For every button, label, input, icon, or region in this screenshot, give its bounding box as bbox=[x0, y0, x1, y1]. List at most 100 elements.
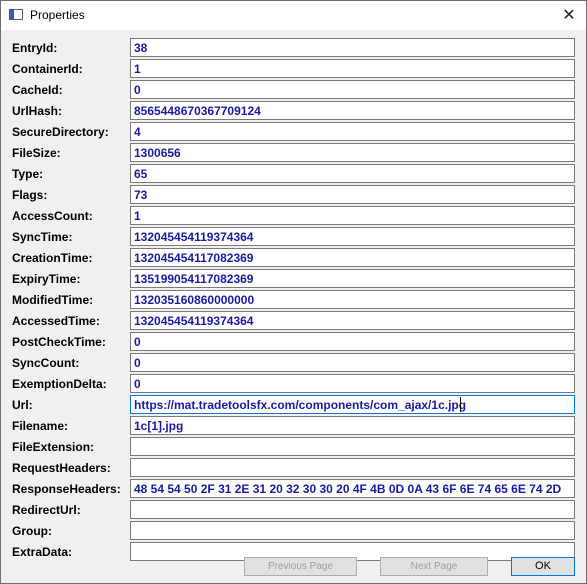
property-value: 73 bbox=[134, 188, 148, 202]
property-label: RequestHeaders: bbox=[12, 461, 111, 475]
property-value: 132045454117082369 bbox=[134, 251, 254, 265]
filename-field[interactable]: 1c[1].jpg bbox=[130, 416, 575, 435]
property-row-access-count: AccessCount: 1 bbox=[1, 206, 586, 227]
exemption-delta-field[interactable]: 0 bbox=[130, 374, 575, 393]
window-icon bbox=[9, 9, 23, 20]
file-extension-field[interactable] bbox=[130, 437, 575, 456]
property-row-redirect-url: RedirectUrl: bbox=[1, 500, 586, 521]
url-hash-field[interactable]: 8565448670367709124 bbox=[130, 101, 575, 120]
property-label: UrlHash: bbox=[12, 104, 63, 118]
property-label: FileSize: bbox=[12, 146, 61, 160]
property-label: Group: bbox=[12, 524, 52, 538]
property-value: 48 54 54 50 2F 31 2E 31 20 32 30 30 20 4… bbox=[134, 482, 562, 496]
property-row-response-headers: ResponseHeaders: 48 54 54 50 2F 31 2E 31 … bbox=[1, 479, 586, 500]
property-row-flags: Flags: 73 bbox=[1, 185, 586, 206]
property-label: SecureDirectory: bbox=[12, 125, 109, 139]
property-value: 4 bbox=[134, 125, 141, 139]
property-label: SyncCount: bbox=[12, 356, 80, 370]
property-label: ExtraData: bbox=[12, 545, 73, 559]
property-row-creation-time: CreationTime: 132045454117082369 bbox=[1, 248, 586, 269]
property-value: 1300656 bbox=[134, 146, 181, 160]
cache-id-field[interactable]: 0 bbox=[130, 80, 575, 99]
property-label: Filename: bbox=[12, 419, 69, 433]
property-label: RedirectUrl: bbox=[12, 503, 81, 517]
property-row-modified-time: ModifiedTime: 132035160860000000 bbox=[1, 290, 586, 311]
property-row-exemption-delta: ExemptionDelta: 0 bbox=[1, 374, 586, 395]
property-label: PostCheckTime: bbox=[12, 335, 106, 349]
property-label: Type: bbox=[12, 167, 44, 181]
property-label: SyncTime: bbox=[12, 230, 73, 244]
title-bar[interactable]: Properties ✕ bbox=[1, 1, 586, 30]
container-id-field[interactable]: 1 bbox=[130, 59, 575, 78]
property-row-url: Url: https://mat.tradetoolsfx.com/compone… bbox=[1, 395, 586, 416]
ok-button[interactable]: OK bbox=[511, 557, 575, 576]
property-label: Flags: bbox=[12, 188, 48, 202]
property-value: 135199054117082369 bbox=[134, 272, 254, 286]
property-value: 0 bbox=[134, 377, 141, 391]
property-row-filename: Filename: 1c[1].jpg bbox=[1, 416, 586, 437]
expiry-time-field[interactable]: 135199054117082369 bbox=[130, 269, 575, 288]
secure-directory-field[interactable]: 4 bbox=[130, 122, 575, 141]
sync-time-field[interactable]: 132045454119374364 bbox=[130, 227, 575, 246]
property-row-request-headers: RequestHeaders: bbox=[1, 458, 586, 479]
property-row-entry-id: EntryId: 38 bbox=[1, 38, 586, 59]
property-row-container-id: ContainerId: 1 bbox=[1, 59, 586, 80]
property-label: ResponseHeaders: bbox=[12, 482, 121, 496]
property-value: 8565448670367709124 bbox=[134, 104, 261, 118]
text-caret bbox=[460, 397, 461, 412]
next-page-button[interactable]: Next Page bbox=[380, 557, 488, 576]
accessed-time-field[interactable]: 132045454119374364 bbox=[130, 311, 575, 330]
request-headers-field[interactable] bbox=[130, 458, 575, 477]
property-value: 0 bbox=[134, 335, 141, 349]
property-row-url-hash: UrlHash: 8565448670367709124 bbox=[1, 101, 586, 122]
properties-window: Properties ✕ EntryId: 38 ContainerId: 1 Cach… bbox=[0, 0, 587, 584]
property-value: 132045454119374364 bbox=[134, 230, 254, 244]
property-value: 132045454119374364 bbox=[134, 314, 254, 328]
property-value: 65 bbox=[134, 167, 148, 181]
redirect-url-field[interactable] bbox=[130, 500, 575, 519]
creation-time-field[interactable]: 132045454117082369 bbox=[130, 248, 575, 267]
property-row-sync-time: SyncTime: 132045454119374364 bbox=[1, 227, 586, 248]
property-value: 1c[1].jpg bbox=[134, 419, 184, 433]
entry-id-field[interactable]: 38 bbox=[130, 38, 575, 57]
file-size-field[interactable]: 1300656 bbox=[130, 143, 575, 162]
type-field[interactable]: 65 bbox=[130, 164, 575, 183]
property-row-cache-id: CacheId: 0 bbox=[1, 80, 586, 101]
access-count-field[interactable]: 1 bbox=[130, 206, 575, 225]
previous-page-button[interactable]: Previous Page bbox=[244, 557, 357, 576]
property-row-file-extension: FileExtension: bbox=[1, 437, 586, 458]
properties-form: EntryId: 38 ContainerId: 1 CacheId: 0 UrlHash:… bbox=[1, 30, 586, 583]
post-check-time-field[interactable]: 0 bbox=[130, 332, 575, 351]
property-row-type: Type: 65 bbox=[1, 164, 586, 185]
property-label: EntryId: bbox=[12, 41, 58, 55]
property-value: 38 bbox=[134, 41, 148, 55]
window-title: Properties bbox=[30, 8, 85, 22]
sync-count-field[interactable]: 0 bbox=[130, 353, 575, 372]
property-value: 0 bbox=[134, 356, 141, 370]
property-row-sync-count: SyncCount: 0 bbox=[1, 353, 586, 374]
property-row-post-check-time: PostCheckTime: 0 bbox=[1, 332, 586, 353]
property-row-accessed-time: AccessedTime: 132045454119374364 bbox=[1, 311, 586, 332]
flags-field[interactable]: 73 bbox=[130, 185, 575, 204]
property-label: ExpiryTime: bbox=[12, 272, 81, 286]
property-value: 0 bbox=[134, 83, 141, 97]
property-label: ContainerId: bbox=[12, 62, 83, 76]
property-label: ModifiedTime: bbox=[12, 293, 94, 307]
property-row-group: Group: bbox=[1, 521, 586, 542]
property-row-expiry-time: ExpiryTime: 135199054117082369 bbox=[1, 269, 586, 290]
property-value: 132035160860000000 bbox=[134, 293, 255, 307]
property-label: CacheId: bbox=[12, 83, 63, 97]
url-field[interactable]: https://mat.tradetoolsfx.com/components/… bbox=[130, 395, 575, 414]
property-row-file-size: FileSize: 1300656 bbox=[1, 143, 586, 164]
property-label: Url: bbox=[12, 398, 33, 412]
property-label: AccessedTime: bbox=[12, 314, 100, 328]
property-label: AccessCount: bbox=[12, 209, 93, 223]
property-row-secure-directory: SecureDirectory: 4 bbox=[1, 122, 586, 143]
property-value: 1 bbox=[134, 62, 141, 76]
close-button[interactable]: ✕ bbox=[552, 1, 586, 30]
property-value: 1 bbox=[134, 209, 141, 223]
modified-time-field[interactable]: 132035160860000000 bbox=[130, 290, 575, 309]
group-field[interactable] bbox=[130, 521, 575, 540]
response-headers-field[interactable]: 48 54 54 50 2F 31 2E 31 20 32 30 30 20 4… bbox=[130, 479, 575, 498]
property-label: FileExtension: bbox=[12, 440, 95, 454]
